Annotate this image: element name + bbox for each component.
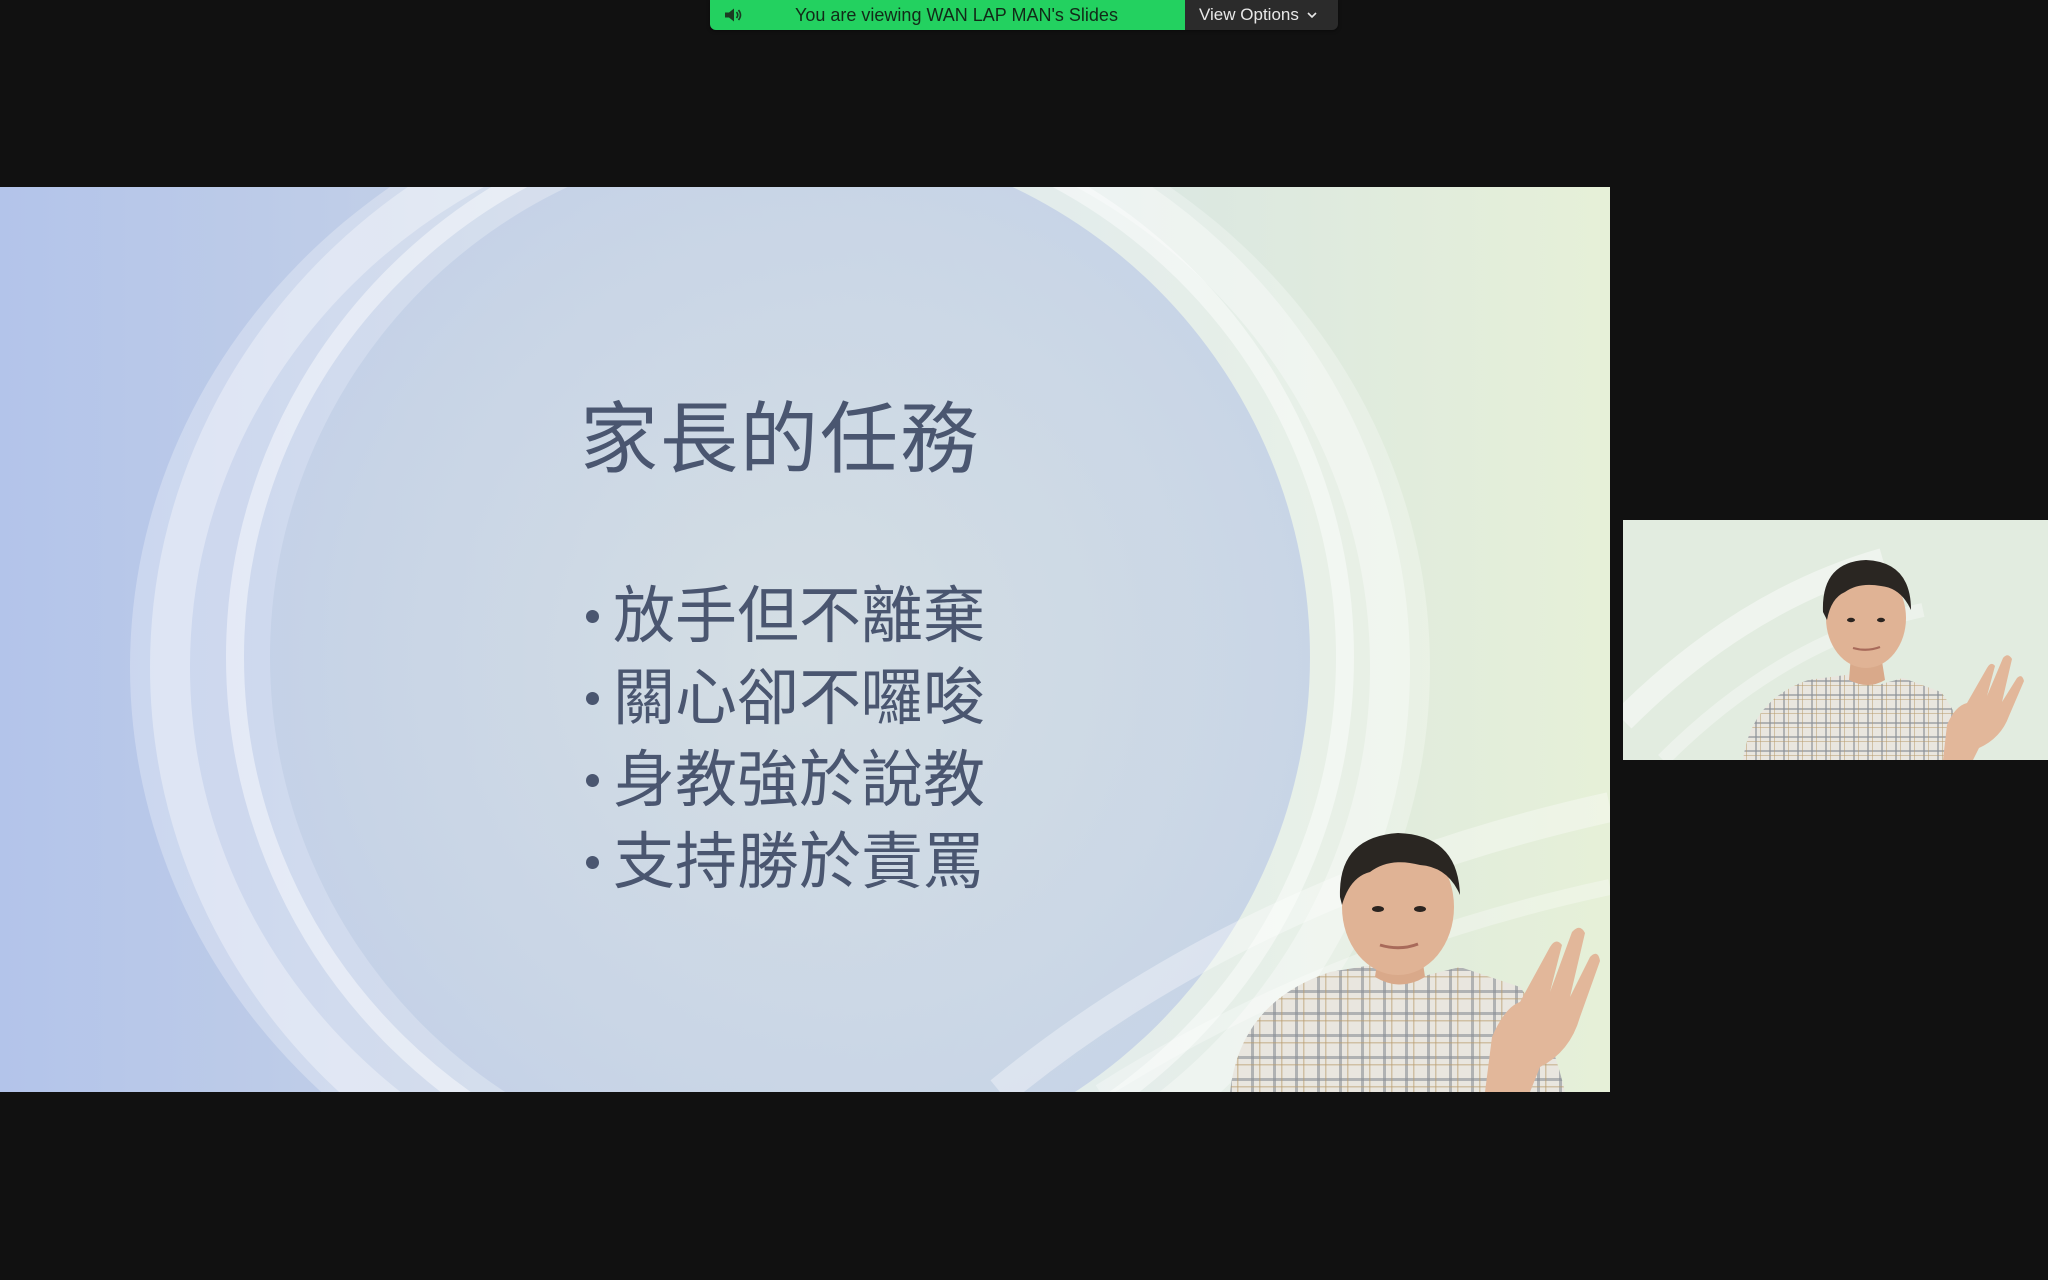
chevron-down-icon [1307, 12, 1317, 19]
bullet-icon [586, 691, 599, 705]
bullet-text: 支持勝於責罵 [613, 825, 986, 898]
slide-title: 家長的任務 [580, 395, 981, 485]
bullet-text: 關心卻不囉唆 [613, 661, 986, 734]
bullet-icon [586, 773, 599, 787]
list-item: 放手但不離棄 [582, 575, 985, 657]
bullet-text: 身教強於說教 [613, 743, 986, 816]
presenter-video [1230, 833, 1600, 1092]
share-status-text: You are viewing WAN LAP MAN's Slides [795, 5, 1118, 25]
list-item: 身教強於說教 [582, 739, 985, 821]
share-banner: You are viewing WAN LAP MAN's Slides Vie… [710, 0, 1338, 30]
share-status-bar: You are viewing WAN LAP MAN's Slides [710, 0, 1185, 30]
view-options-label: View Options [1199, 5, 1299, 24]
bullet-icon [586, 609, 599, 623]
view-options-button[interactable]: View Options [1185, 0, 1338, 30]
bullet-icon [586, 855, 599, 869]
bullet-text: 放手但不離棄 [613, 579, 986, 652]
meeting-screen: You are viewing WAN LAP MAN's Slides Vie… [0, 0, 2048, 1280]
self-view-video[interactable] [1623, 520, 2048, 760]
shared-slide: 家長的任務 放手但不離棄 關心卻不囉唆 身教強於說教 支持勝於責罵 [0, 187, 1610, 1092]
slide-bullet-list: 放手但不離棄 關心卻不囉唆 身教強於說教 支持勝於責罵 [582, 575, 985, 903]
list-item: 支持勝於責罵 [582, 821, 985, 903]
list-item: 關心卻不囉唆 [582, 657, 985, 739]
